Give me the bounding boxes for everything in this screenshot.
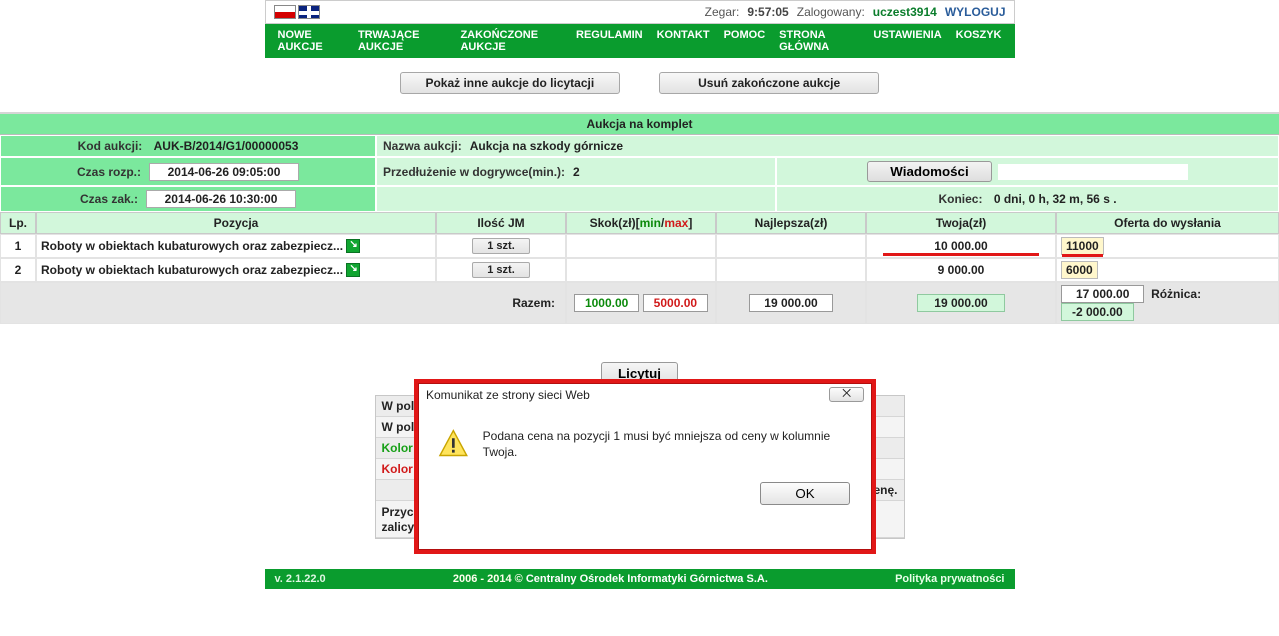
table-row: 1 Roboty w obiektach kubaturowych oraz z…	[0, 234, 1279, 258]
table-row: 2 Roboty w obiektach kubaturowych oraz z…	[0, 258, 1279, 282]
th-pozycja: Pozycja	[36, 212, 436, 234]
footer: v. 2.1.22.0 2006 - 2014 © Centralny Ośro…	[265, 569, 1015, 589]
th-ilosc: Ilość JM	[436, 212, 566, 234]
th-oferta: Oferta do wysłania	[1056, 212, 1279, 234]
auction-info: Aukcja na komplet Kod aukcji: AUK-B/2014…	[0, 112, 1279, 212]
code-label: Kod aukcji:	[78, 139, 143, 153]
code-value: AUK-B/2014/G1/00000053	[154, 139, 299, 153]
ext-label: Przedłużenie w dogrywce(min.):	[383, 165, 565, 179]
sum-twoja: 19 000.00	[917, 294, 1004, 312]
th-twoja: Twoja(zł)	[866, 212, 1056, 234]
flag-pl-icon[interactable]	[274, 5, 296, 19]
sum-row: Razem: 1000.00 5000.00 19 000.00 19 000.…	[0, 282, 1279, 324]
nav-new[interactable]: NOWE AUKCJE	[271, 24, 351, 58]
nav-settings[interactable]: USTAWIENIA	[866, 24, 948, 58]
roz-label: Różnica:	[1151, 287, 1201, 301]
ext-value: 2	[573, 165, 580, 179]
pozycja-text: Roboty w obiektach kubaturowych oraz zab…	[41, 263, 343, 277]
messages-button[interactable]: Wiadomości	[867, 161, 991, 182]
show-other-auctions-button[interactable]: Pokaż inne aukcje do licytacji	[400, 72, 620, 94]
positions-table: Lp. Pozycja Ilość JM Skok(zł)[min/max] N…	[0, 212, 1279, 324]
main-nav: NOWE AUKCJE TRWAJĄCE AUKCJE ZAKOŃCZONE A…	[265, 24, 1015, 58]
clock-value: 9:57:05	[747, 5, 788, 19]
ilosc-badge: 1 szt.	[472, 262, 530, 278]
ok-button[interactable]: OK	[760, 482, 850, 505]
finish-label: Koniec:	[938, 192, 982, 206]
offer-input[interactable]: 6000	[1061, 261, 1098, 279]
expand-icon[interactable]	[346, 239, 360, 253]
flag-uk-icon[interactable]	[298, 5, 320, 19]
end-label: Czas zak.:	[80, 192, 138, 206]
dialog-text: Podana cena na pozycji 1 musi być mniejs…	[483, 428, 852, 460]
close-icon[interactable]: ⨉	[829, 387, 864, 402]
sum-najlepsza: 19 000.00	[749, 294, 832, 312]
th-najlepsza: Najlepsza(zł)	[716, 212, 866, 234]
messages-strip	[998, 164, 1188, 180]
privacy-link[interactable]: Polityka prywatności	[895, 573, 1004, 585]
dialog-title: Komunikat ze strony sieci Web	[426, 388, 590, 402]
sum-max: 5000.00	[643, 294, 708, 312]
th-lp: Lp.	[0, 212, 36, 234]
nav-ended[interactable]: ZAKOŃCZONE AUKCJE	[453, 24, 569, 58]
pozycja-text: Roboty w obiektach kubaturowych oraz zab…	[41, 239, 343, 253]
end-value: 2014-06-26 10:30:00	[146, 190, 296, 208]
logout-link[interactable]: WYLOGUJ	[945, 5, 1006, 19]
auction-title: Aukcja na komplet	[0, 114, 1279, 135]
expand-icon[interactable]	[346, 263, 360, 277]
th-skok: Skok(zł)[min/max]	[566, 212, 716, 234]
name-value: Aukcja na szkody górnicze	[470, 139, 623, 153]
version: v. 2.1.22.0	[275, 573, 326, 585]
warning-icon	[438, 428, 469, 460]
sum-min: 1000.00	[574, 294, 639, 312]
twoja-value: 10 000.00	[871, 237, 1051, 255]
top-bar: Zegar: 9:57:05 Zalogowany: uczest3914 WY…	[265, 0, 1015, 24]
nav-rules[interactable]: REGULAMIN	[569, 24, 650, 58]
nav-active[interactable]: TRWAJĄCE AUKCJE	[351, 24, 454, 58]
sum-label: Razem:	[0, 282, 566, 324]
offer-input[interactable]: 11000	[1061, 237, 1104, 255]
sum-oferta: 17 000.00	[1061, 285, 1144, 303]
user-name: uczest3914	[873, 5, 937, 19]
nav-contact[interactable]: KONTAKT	[650, 24, 717, 58]
start-value: 2014-06-26 09:05:00	[149, 163, 299, 181]
clock-label: Zegar:	[705, 5, 740, 19]
ilosc-badge: 1 szt.	[472, 238, 530, 254]
start-label: Czas rozp.:	[77, 165, 141, 179]
nav-home[interactable]: STRONA GŁÓWNA	[772, 24, 866, 58]
nav-cart[interactable]: KOSZYK	[949, 24, 1009, 58]
logged-label: Zalogowany:	[797, 5, 865, 19]
twoja-value: 9 000.00	[871, 261, 1051, 279]
sum-roz: -2 000.00	[1061, 303, 1134, 321]
remove-ended-auctions-button[interactable]: Usuń zakończone aukcje	[659, 72, 879, 94]
alert-dialog: Komunikat ze strony sieci Web ⨉ Podana c…	[414, 379, 876, 554]
nav-help[interactable]: POMOC	[717, 24, 773, 58]
finish-value: 0 dni, 0 h, 32 m, 56 s .	[994, 192, 1117, 206]
name-label: Nazwa aukcji:	[383, 139, 462, 153]
